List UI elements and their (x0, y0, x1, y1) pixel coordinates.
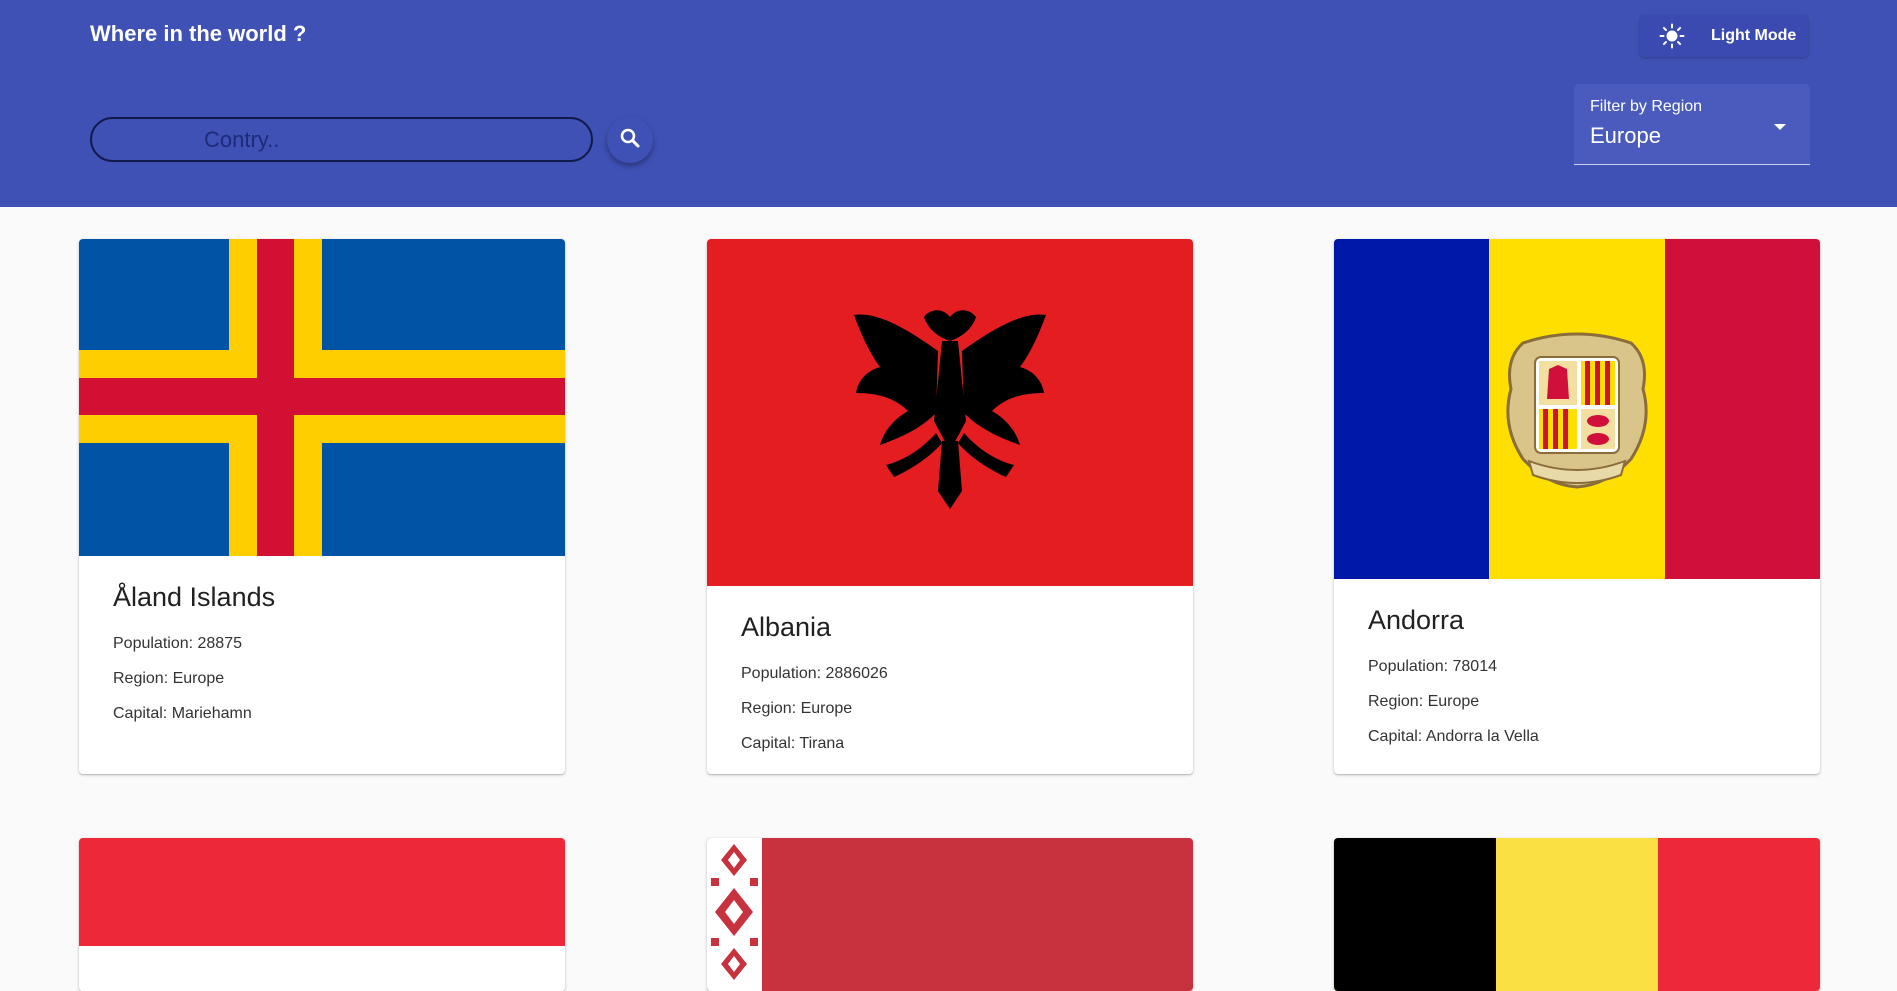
country-population: Population: 28875 (113, 635, 242, 652)
country-card[interactable]: Åland Islands Population: 28875 Region: … (79, 239, 565, 774)
region-filter-label: Filter by Region (1590, 98, 1703, 115)
country-search-input[interactable] (90, 117, 593, 162)
flag-image (707, 838, 1193, 991)
country-card[interactable] (1334, 838, 1820, 991)
country-region: Region: Europe (1368, 693, 1480, 710)
search-icon (618, 126, 642, 155)
country-card[interactable]: Albania Population: 2886026 Region: Euro… (707, 239, 1193, 774)
flag-image (1334, 239, 1820, 579)
flag-image (1334, 838, 1820, 991)
sun-icon (1657, 21, 1687, 51)
country-name: Albania (741, 612, 832, 642)
country-region: Region: Europe (741, 700, 853, 717)
country-population: Population: 78014 (1368, 658, 1497, 675)
flag-image (79, 239, 565, 556)
flag-image (79, 838, 565, 991)
theme-toggle-button[interactable]: Light Mode (1640, 15, 1808, 57)
app-title: Where in the world ? (90, 21, 307, 46)
country-card[interactable] (79, 838, 565, 991)
region-filter-value: Europe (1590, 123, 1661, 148)
country-capital: Capital: Tirana (741, 735, 845, 752)
country-name: Andorra (1368, 605, 1465, 635)
country-region: Region: Europe (113, 670, 225, 687)
country-population: Population: 2886026 (741, 665, 888, 682)
search-button[interactable] (607, 117, 653, 163)
caret-down-icon (1774, 118, 1786, 136)
country-card[interactable]: Andorra Population: 78014 Region: Europe… (1334, 239, 1820, 774)
app-bar: Where in the world ? Light Mode Contry..… (0, 0, 1897, 207)
eagle-emblem-icon (854, 310, 1046, 509)
ornament-pattern-icon (707, 838, 762, 991)
country-capital: Capital: Mariehamn (113, 705, 252, 722)
coat-of-arms-icon (1506, 332, 1648, 489)
region-filter-select[interactable]: Filter by Region Europe (1574, 84, 1810, 165)
country-capital: Capital: Andorra la Vella (1368, 728, 1539, 745)
flag-image (707, 239, 1193, 586)
theme-toggle-label: Light Mode (1711, 27, 1797, 44)
country-name: Åland Islands (113, 582, 276, 612)
country-card[interactable] (707, 838, 1193, 991)
